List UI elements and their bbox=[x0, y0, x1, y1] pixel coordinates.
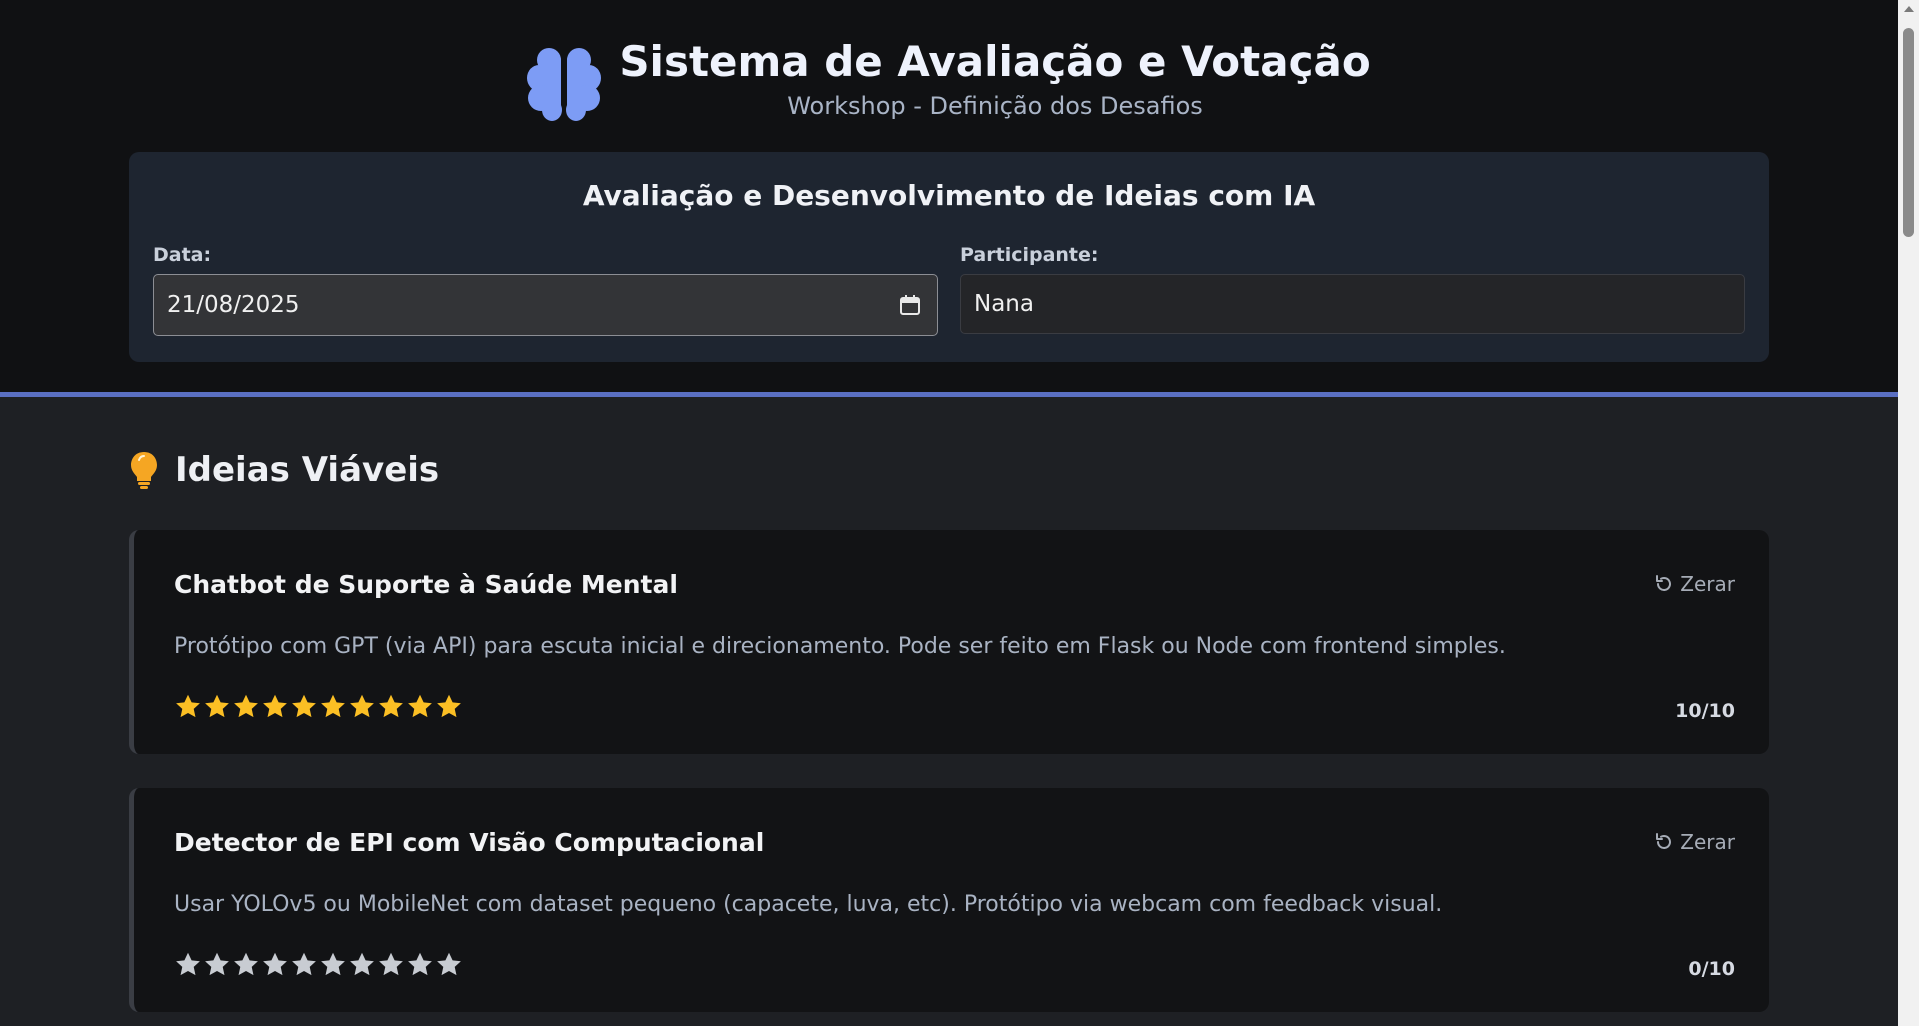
star-filled-icon[interactable] bbox=[232, 693, 260, 721]
star-empty-icon[interactable] bbox=[174, 951, 202, 979]
form-card: Avaliação e Desenvolvimento de Ideias co… bbox=[129, 152, 1769, 362]
star-rating bbox=[174, 693, 464, 721]
reset-icon bbox=[1656, 575, 1672, 591]
scroll-up-arrow[interactable] bbox=[1904, 6, 1914, 12]
idea-title: Chatbot de Suporte à Saúde Mental bbox=[174, 570, 678, 599]
score: 10/10 bbox=[1675, 700, 1735, 722]
lightbulb-icon bbox=[131, 452, 157, 489]
reset-label: Zerar bbox=[1680, 572, 1735, 596]
participant-input[interactable]: Nana bbox=[960, 274, 1745, 334]
date-value: 21/08/2025 bbox=[167, 292, 300, 318]
star-filled-icon[interactable] bbox=[174, 693, 202, 721]
star-filled-icon[interactable] bbox=[435, 693, 463, 721]
calendar-icon[interactable] bbox=[899, 294, 921, 316]
scroll-thumb[interactable] bbox=[1903, 28, 1914, 237]
date-label: Data: bbox=[153, 244, 212, 266]
header: Sistema de Avaliação e Votação Workshop … bbox=[0, 0, 1898, 397]
scrollbar[interactable] bbox=[1898, 0, 1919, 1026]
star-empty-icon[interactable] bbox=[290, 951, 318, 979]
star-empty-icon[interactable] bbox=[232, 951, 260, 979]
section-heading: Ideias Viáveis bbox=[175, 450, 440, 490]
star-empty-icon[interactable] bbox=[319, 951, 347, 979]
star-rating bbox=[174, 951, 464, 979]
date-input[interactable]: 21/08/2025 bbox=[153, 274, 938, 336]
star-filled-icon[interactable] bbox=[290, 693, 318, 721]
brain-icon bbox=[527, 48, 602, 121]
star-filled-icon[interactable] bbox=[406, 693, 434, 721]
form-title: Avaliação e Desenvolvimento de Ideias co… bbox=[582, 179, 1316, 212]
star-empty-icon[interactable] bbox=[261, 951, 289, 979]
reset-icon bbox=[1656, 833, 1672, 849]
idea-card: Detector de EPI com Visão Computacional … bbox=[129, 788, 1769, 1012]
section-title: Ideias Viáveis bbox=[129, 450, 439, 490]
star-empty-icon[interactable] bbox=[406, 951, 434, 979]
date-field: Data: 21/08/2025 bbox=[153, 244, 938, 336]
star-filled-icon[interactable] bbox=[203, 693, 231, 721]
reset-button[interactable]: Zerar bbox=[1654, 572, 1735, 596]
reset-label: Zerar bbox=[1680, 830, 1735, 854]
star-filled-icon[interactable] bbox=[348, 693, 376, 721]
participant-label: Participante: bbox=[960, 244, 1099, 266]
idea-title: Detector de EPI com Visão Computacional bbox=[174, 828, 765, 857]
participant-value: Nana bbox=[974, 291, 1034, 317]
star-filled-icon[interactable] bbox=[261, 693, 289, 721]
idea-card: Chatbot de Suporte à Saúde Mental Zerar … bbox=[129, 530, 1769, 754]
star-empty-icon[interactable] bbox=[377, 951, 405, 979]
participant-field: Participante: Nana bbox=[960, 244, 1745, 334]
star-filled-icon[interactable] bbox=[377, 693, 405, 721]
star-filled-icon[interactable] bbox=[319, 693, 347, 721]
title-text: Sistema de Avaliação e Votação Workshop … bbox=[619, 36, 1370, 120]
star-empty-icon[interactable] bbox=[203, 951, 231, 979]
idea-description: Protótipo com GPT (via API) para escuta … bbox=[174, 634, 1506, 659]
app-title: Sistema de Avaliação e Votação bbox=[619, 37, 1371, 86]
idea-description: Usar YOLOv5 ou MobileNet com dataset peq… bbox=[174, 892, 1443, 917]
page: Sistema de Avaliação e Votação Workshop … bbox=[0, 0, 1898, 1026]
app-subtitle: Workshop - Definição dos Desafios bbox=[787, 92, 1203, 120]
star-empty-icon[interactable] bbox=[435, 951, 463, 979]
score: 0/10 bbox=[1688, 958, 1735, 980]
reset-button[interactable]: Zerar bbox=[1654, 830, 1735, 854]
title-row: Sistema de Avaliação e Votação Workshop … bbox=[0, 36, 1898, 122]
star-empty-icon[interactable] bbox=[348, 951, 376, 979]
